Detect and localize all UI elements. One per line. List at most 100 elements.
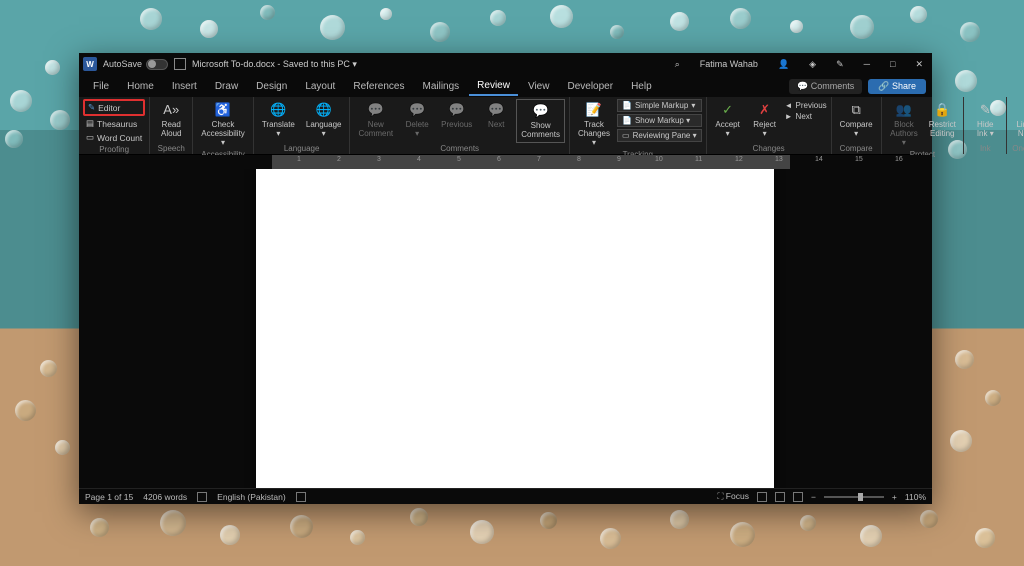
pen-icon: ✎ [88, 102, 95, 113]
reject-button[interactable]: ✗Reject ▾ [748, 99, 782, 141]
user-name[interactable]: Fatima Wahab [695, 57, 763, 71]
document-page[interactable] [256, 169, 774, 488]
reject-icon: ✗ [756, 101, 774, 119]
delete-icon: 💬 [408, 101, 426, 119]
group-language: 🌐Translate ▾ 🌐Language ▾ Language [254, 97, 351, 154]
onenote-icon: N [1019, 101, 1024, 119]
reviewing-pane-dropdown[interactable]: ▭ Reviewing Pane ▾ [617, 129, 702, 142]
tab-review[interactable]: Review [469, 77, 518, 96]
vertical-ruler[interactable] [79, 169, 97, 488]
thesaurus-button[interactable]: ▤Thesaurus [83, 117, 145, 130]
group-speech: A»Read Aloud Speech [150, 97, 193, 154]
pen-icon[interactable]: ✎ [831, 57, 849, 72]
show-markup-dropdown[interactable]: 📄 Show Markup ▾ [617, 114, 702, 127]
restrict-editing-button[interactable]: 🔒Restrict Editing [925, 99, 959, 141]
lock-icon: 🔒 [933, 101, 951, 119]
group-changes: ✓Accept ▾ ✗Reject ▾ ◄ Previous ► Next Ch… [707, 97, 832, 154]
block-icon: 👥 [895, 101, 913, 119]
language-status[interactable]: English (Pakistan) [217, 492, 286, 502]
ink-icon: ✎ [976, 101, 994, 119]
word-window: W AutoSave Microsoft To-do.docx - Saved … [79, 53, 932, 504]
user-avatar-icon[interactable]: 👤 [773, 57, 794, 72]
tab-references[interactable]: References [345, 78, 412, 95]
macro-icon[interactable] [296, 492, 306, 502]
read-aloud-button[interactable]: A»Read Aloud [154, 99, 188, 141]
delete-comment-button[interactable]: 💬Delete ▾ [400, 99, 434, 141]
minimize-button[interactable]: ─ [859, 57, 875, 71]
document-title[interactable]: Microsoft To-do.docx - Saved to this PC … [192, 59, 357, 70]
editor-button[interactable]: ✎Editor [83, 99, 145, 116]
group-ink: ✎Hide Ink ▾ Ink [964, 97, 1007, 154]
globe-icon: 🌐 [315, 101, 333, 119]
group-compare: ⧉Compare ▾ Compare [832, 97, 882, 154]
show-comments-icon: 💬 [532, 102, 550, 120]
close-button[interactable]: ✕ [910, 57, 928, 72]
tab-home[interactable]: Home [119, 78, 162, 95]
new-comment-button[interactable]: 💬New Comment [354, 99, 397, 141]
next-change-button[interactable]: ► Next [785, 112, 827, 121]
zoom-out-button[interactable]: − [811, 492, 816, 502]
page-info[interactable]: Page 1 of 15 [85, 492, 133, 502]
titlebar: W AutoSave Microsoft To-do.docx - Saved … [79, 53, 932, 75]
speaker-icon: A» [162, 101, 180, 119]
tab-insert[interactable]: Insert [164, 78, 205, 95]
ribbon: ✎Editor ▤Thesaurus ▭Word Count Proofing … [79, 97, 932, 155]
read-mode-icon[interactable] [757, 492, 767, 502]
accessibility-icon: ♿ [214, 101, 232, 119]
translate-button[interactable]: 🌐Translate ▾ [258, 99, 299, 141]
next-icon: 💬 [487, 101, 505, 119]
track-changes-button[interactable]: 📝Track Changes ▾ [574, 99, 614, 149]
word-count-button[interactable]: ▭Word Count [83, 131, 145, 144]
previous-icon: 💬 [448, 101, 466, 119]
web-layout-icon[interactable] [793, 492, 803, 502]
accept-icon: ✓ [719, 101, 737, 119]
group-accessibility: ♿Check Accessibility ▾ Accessibility [193, 97, 254, 154]
group-tracking: 📝Track Changes ▾ 📄 Simple Markup ▾ 📄 Sho… [570, 97, 707, 154]
zoom-level[interactable]: 110% [905, 492, 926, 502]
next-comment-button[interactable]: 💬Next [479, 99, 513, 132]
compare-button[interactable]: ⧉Compare ▾ [836, 99, 877, 141]
tab-design[interactable]: Design [248, 78, 295, 95]
group-onenote: NLinked Notes OneNote [1007, 97, 1024, 154]
search-icon[interactable]: ⌕ [670, 57, 685, 72]
language-button[interactable]: 🌐Language ▾ [302, 99, 346, 141]
check-accessibility-button[interactable]: ♿Check Accessibility ▾ [197, 99, 249, 149]
tab-bar: File Home Insert Draw Design Layout Refe… [79, 75, 932, 97]
tab-help[interactable]: Help [623, 78, 660, 95]
horizontal-ruler[interactable]: 12345678910111213141516 [79, 155, 932, 169]
group-proofing: ✎Editor ▤Thesaurus ▭Word Count Proofing [79, 97, 150, 154]
toggle-off-icon[interactable] [146, 59, 168, 70]
comments-button[interactable]: 💬 Comments [789, 79, 862, 94]
previous-change-button[interactable]: ◄ Previous [785, 101, 827, 110]
group-comments: 💬New Comment 💬Delete ▾ 💬Previous 💬Next 💬… [350, 97, 570, 154]
linked-notes-button[interactable]: NLinked Notes [1011, 99, 1024, 141]
focus-mode[interactable]: ⛶ Focus [717, 491, 748, 502]
spelling-icon[interactable] [197, 492, 207, 502]
tab-draw[interactable]: Draw [207, 78, 246, 95]
group-protect: 👥Block Authors ▾ 🔒Restrict Editing Prote… [882, 97, 965, 154]
accept-button[interactable]: ✓Accept ▾ [711, 99, 745, 141]
compare-icon: ⧉ [847, 101, 865, 119]
tab-mailings[interactable]: Mailings [414, 78, 467, 95]
hide-ink-button[interactable]: ✎Hide Ink ▾ [968, 99, 1002, 141]
translate-icon: 🌐 [269, 101, 287, 119]
print-layout-icon[interactable] [775, 492, 785, 502]
save-icon[interactable] [174, 58, 186, 70]
tab-file[interactable]: File [85, 78, 117, 95]
document-area [79, 169, 932, 488]
word-count-status[interactable]: 4206 words [143, 492, 187, 502]
share-button[interactable]: 🔗 Share [868, 79, 926, 94]
show-comments-button[interactable]: 💬Show Comments [516, 99, 565, 143]
block-authors-button[interactable]: 👥Block Authors ▾ [886, 99, 923, 149]
markup-dropdown[interactable]: 📄 Simple Markup ▾ [617, 99, 702, 112]
diamond-icon[interactable]: ◈ [804, 57, 821, 72]
tab-view[interactable]: View [520, 78, 558, 95]
maximize-button[interactable]: □ [885, 57, 900, 71]
word-app-icon: W [83, 57, 97, 71]
zoom-in-button[interactable]: + [892, 492, 897, 502]
autosave-toggle[interactable]: AutoSave [103, 59, 168, 70]
zoom-slider[interactable] [824, 496, 884, 498]
tab-developer[interactable]: Developer [559, 78, 621, 95]
tab-layout[interactable]: Layout [297, 78, 343, 95]
previous-comment-button[interactable]: 💬Previous [437, 99, 476, 132]
